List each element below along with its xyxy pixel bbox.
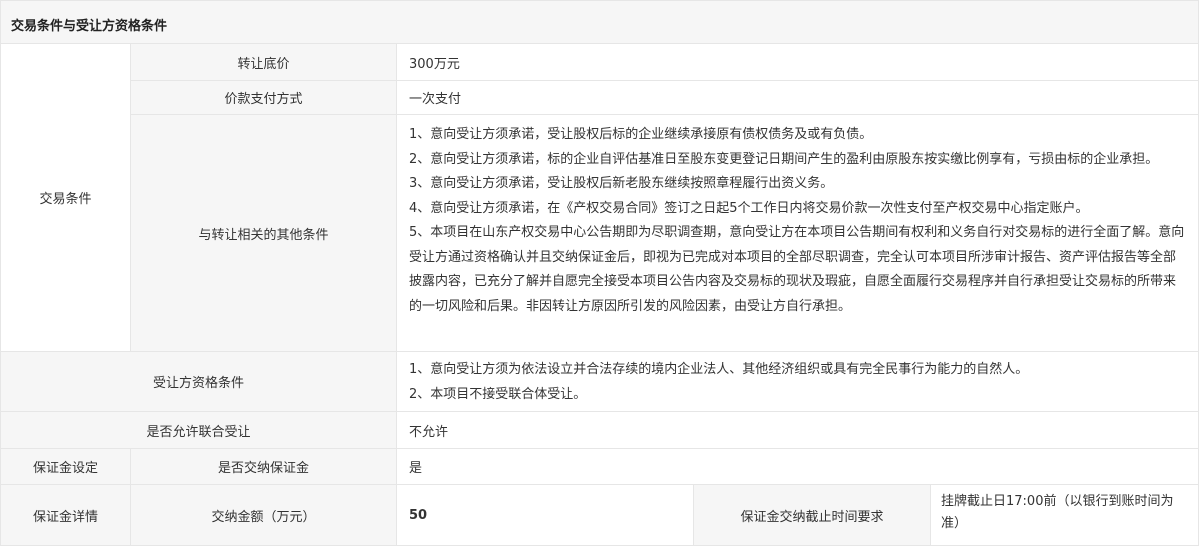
qualification-item: 2、本项目不接受联合体受让。 — [409, 386, 587, 402]
trade-conditions-label: 交易条件 — [0, 44, 131, 352]
deposit-deadline-value: 挂牌截止日17:00前（以银行到账时间为准） — [931, 485, 1199, 546]
base-price-value: 300万元 — [397, 44, 1199, 81]
section-header: 交易条件与受让方资格条件 — [0, 0, 1199, 44]
qualification-value: 1、意向受让方须为依法设立并合法存续的境内企业法人、其他经济组织或具有完全民事行… — [397, 352, 1199, 412]
joint-transfer-value: 不允许 — [397, 412, 1199, 449]
other-conditions-value: 1、意向受让方须承诺，受让股权后标的企业继续承接原有债权债务及或有负债。 2、意… — [397, 115, 1199, 352]
other-condition-item: 5、本项目在山东产权交易中心公告期即为尽职调查期，意向受让方在本项目公告期间有权… — [409, 225, 1185, 314]
qualification-label: 受让方资格条件 — [0, 352, 397, 412]
joint-transfer-label: 是否允许联合受让 — [0, 412, 397, 449]
other-condition-item: 2、意向受让方须承诺，标的企业自评估基准日至股东变更登记日期间产生的盈利由原股东… — [409, 151, 1159, 167]
trade-conditions-table: 交易条件与受让方资格条件 交易条件 转让底价 300万元 价款支付方式 一次支付… — [0, 0, 1200, 546]
deposit-detail-label: 保证金详情 — [0, 485, 131, 546]
other-condition-item: 1、意向受让方须承诺，受让股权后标的企业继续承接原有债权债务及或有负债。 — [409, 127, 873, 142]
other-condition-item: 4、意向受让方须承诺，在《产权交易合同》签订之日起5个工作日内将交易价款一次性支… — [409, 200, 1089, 216]
payment-method-label: 价款支付方式 — [131, 81, 397, 115]
base-price-label: 转让底价 — [131, 44, 397, 81]
deposit-amount-label: 交纳金额（万元） — [131, 485, 397, 546]
deposit-setting-label: 保证金设定 — [0, 449, 131, 485]
other-conditions-label: 与转让相关的其他条件 — [131, 115, 397, 352]
deposit-required-label: 是否交纳保证金 — [131, 449, 397, 485]
section-title: 交易条件与受让方资格条件 — [11, 19, 168, 34]
qualification-item: 1、意向受让方须为依法设立并合法存续的境内企业法人、其他经济组织或具有完全民事行… — [409, 362, 1029, 377]
payment-method-value: 一次支付 — [397, 81, 1199, 115]
deposit-deadline-label: 保证金交纳截止时间要求 — [694, 485, 931, 546]
deposit-required-value: 是 — [397, 449, 1199, 485]
deposit-amount-value: 50 — [397, 485, 694, 546]
other-condition-item: 3、意向受让方须承诺，受让股权后新老股东继续按照章程履行出资义务。 — [409, 176, 834, 191]
